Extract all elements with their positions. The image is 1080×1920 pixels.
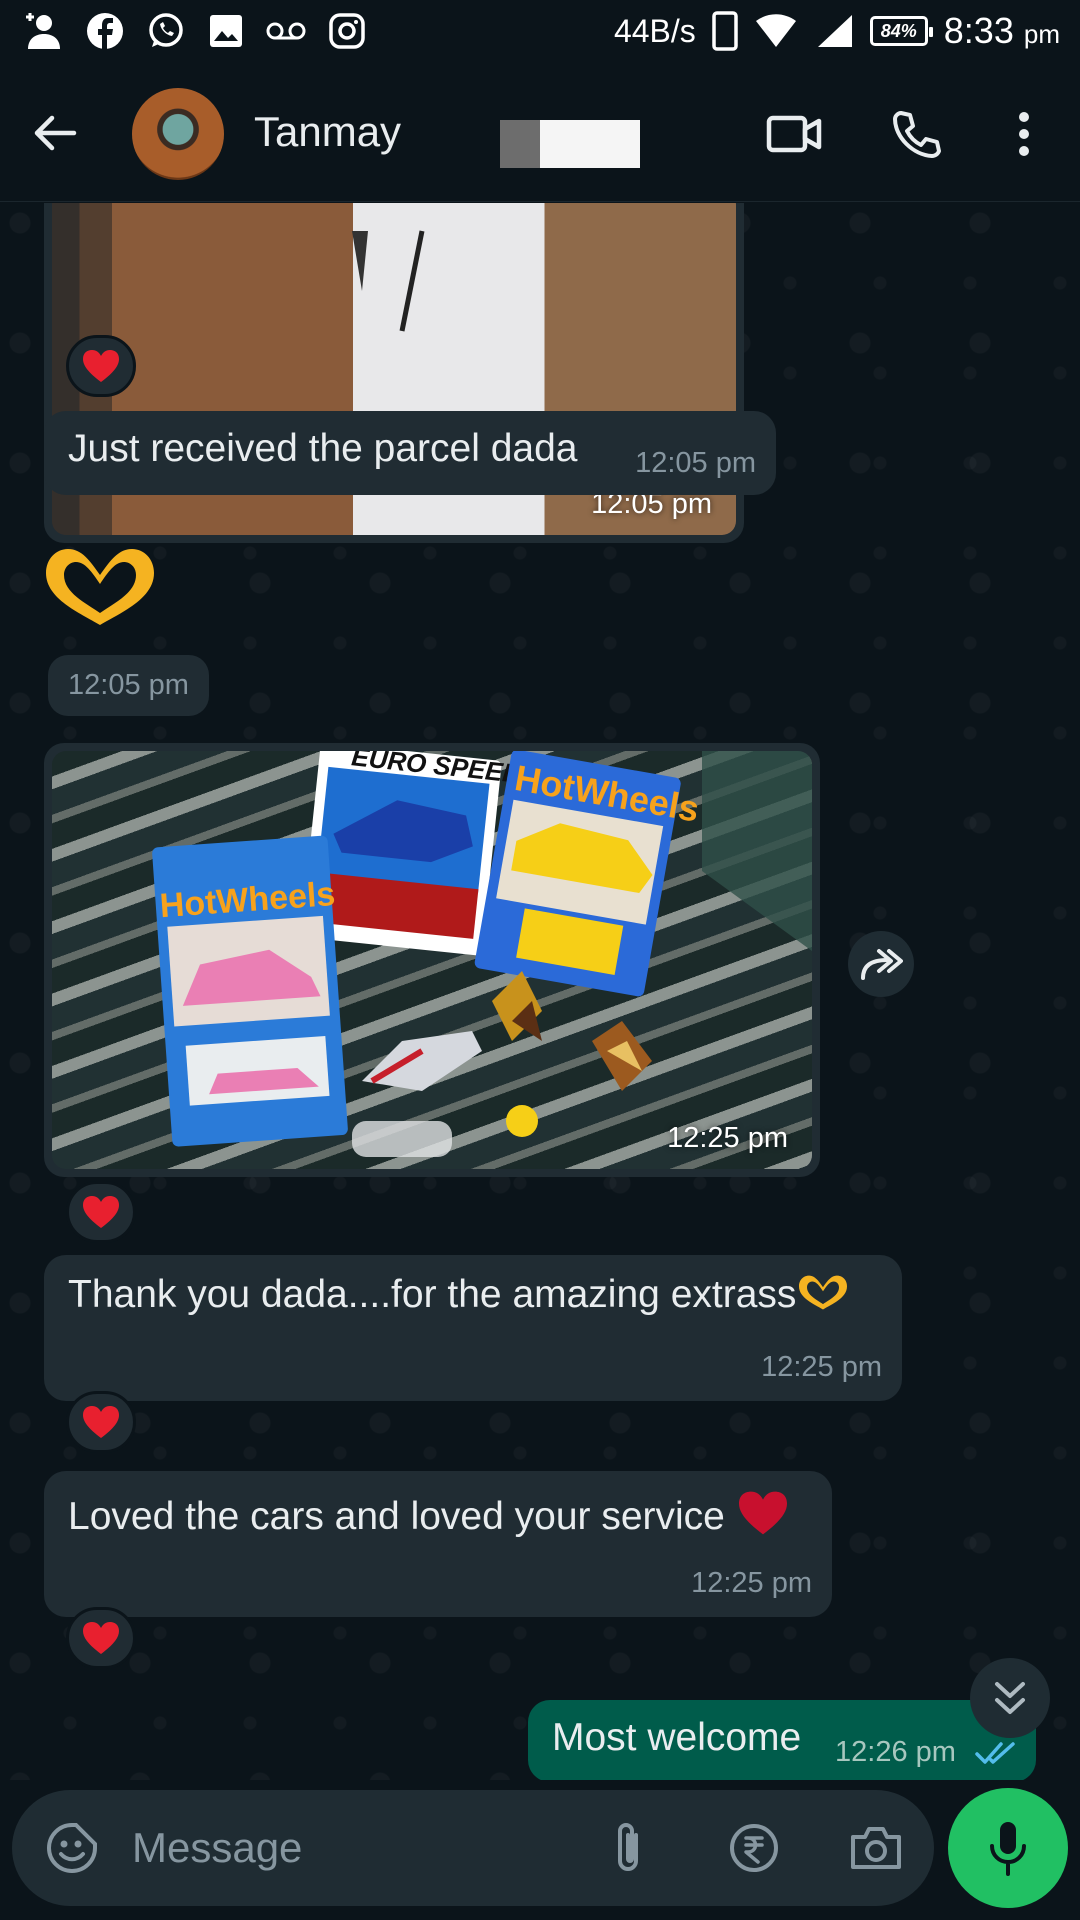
signal-icon [817, 15, 852, 47]
image-message[interactable]: EURO SPEED HotWheels HotWheels 12:25 pm [44, 743, 820, 1177]
incoming-message[interactable]: Loved the cars and loved your service 12… [44, 1471, 832, 1617]
outgoing-message[interactable]: Most welcome 12:26 pm [528, 1700, 1036, 1780]
message-input[interactable]: Message [132, 1824, 302, 1872]
voice-record-button[interactable] [948, 1788, 1068, 1908]
message-time: 12:25 pm [761, 1351, 882, 1383]
clock: 8:33 pm [944, 10, 1060, 52]
message-text-content: Thank you dada....for the amazing extras… [68, 1273, 797, 1316]
back-button[interactable] [30, 108, 80, 158]
contact-avatar[interactable] [132, 88, 224, 180]
instagram-icon [329, 13, 365, 49]
payment-button[interactable] [724, 1818, 784, 1878]
chat-header: Tanmay [0, 64, 1080, 202]
chevron-double-down-icon [995, 1682, 1025, 1714]
whatsapp-icon [149, 13, 183, 47]
video-camera-icon [766, 115, 822, 153]
message-time: 12:25 pm [667, 1122, 788, 1154]
rupee-icon [730, 1824, 778, 1872]
arrow-left-icon [34, 115, 77, 151]
message-time: 12:25 pm [691, 1567, 812, 1599]
photo-content: EURO SPEED HotWheels HotWheels [52, 751, 812, 1169]
forward-button[interactable] [848, 931, 914, 997]
status-bar: 44B/s 84% 8:33 pm [0, 0, 1080, 64]
message-text-content: Loved the cars and loved your service [68, 1495, 725, 1538]
reaction-badge[interactable] [66, 1181, 136, 1243]
add-contact-icon [26, 13, 60, 49]
double-check-icon [975, 1742, 1015, 1764]
contact-name[interactable]: Tanmay [254, 108, 401, 156]
more-options-button[interactable] [994, 104, 1054, 164]
microphone-icon [990, 1822, 1026, 1876]
message-text: Loved the cars and loved your service [68, 1489, 790, 1539]
message-time: 12:05 pm [48, 655, 209, 716]
clock-suffix: pm [1023, 19, 1060, 49]
message-image[interactable]: EURO SPEED HotWheels HotWheels 12:25 pm [52, 751, 812, 1169]
camera-button[interactable] [846, 1818, 906, 1878]
message-input-bar: Message [12, 1790, 934, 1906]
redacted-area [500, 120, 700, 168]
network-speed: 44B/s [613, 12, 696, 49]
reaction-badge[interactable] [66, 1607, 136, 1669]
heart-hands-emoji [799, 1275, 848, 1310]
facebook-icon [87, 13, 123, 49]
message-text: Thank you dada....for the amazing extras… [68, 1273, 850, 1317]
phone-icon [712, 11, 738, 51]
incoming-message[interactable]: Just received the parcel dada 12:05 pm [44, 411, 776, 495]
paperclip-icon [618, 1823, 638, 1871]
clock-time: 8:33 [943, 10, 1014, 51]
sticker-icon [47, 1823, 97, 1873]
heart-hands-emoji[interactable] [40, 543, 160, 633]
system-indicators: 44B/s 84% 8:33 pm [614, 8, 1060, 54]
message-time: 12:26 pm [835, 1736, 956, 1768]
heart-icon [83, 1622, 119, 1654]
notification-icons [24, 8, 366, 54]
attach-button[interactable] [598, 1818, 658, 1878]
voicemail-icon [266, 22, 306, 40]
voice-call-button[interactable] [886, 104, 946, 164]
video-call-button[interactable] [764, 104, 824, 164]
wifi-icon [755, 14, 796, 47]
message-time: 12:05 pm [635, 447, 756, 479]
heart-icon [83, 1406, 119, 1438]
heart-icon [83, 1196, 119, 1228]
battery-indicator: 84% [869, 16, 933, 46]
reaction-badge[interactable] [66, 1391, 136, 1453]
message-text: Just received the parcel dada [68, 427, 578, 470]
scroll-to-bottom-button[interactable] [970, 1658, 1050, 1738]
chat-area[interactable]: 12:05 pm Just received the parcel dada 1… [0, 203, 1080, 1780]
more-vertical-icon [1019, 112, 1029, 156]
gallery-icon [210, 15, 242, 47]
message-text: Most welcome [552, 1716, 802, 1759]
heart-icon [83, 350, 119, 382]
reaction-badge[interactable] [66, 335, 136, 397]
red-heart-emoji [738, 1491, 787, 1535]
forward-icon [861, 949, 903, 980]
incoming-message[interactable]: Thank you dada....for the amazing extras… [44, 1255, 902, 1401]
emoji-sticker-button[interactable] [42, 1818, 102, 1878]
phone-call-icon [893, 111, 941, 158]
camera-icon [851, 1827, 901, 1869]
